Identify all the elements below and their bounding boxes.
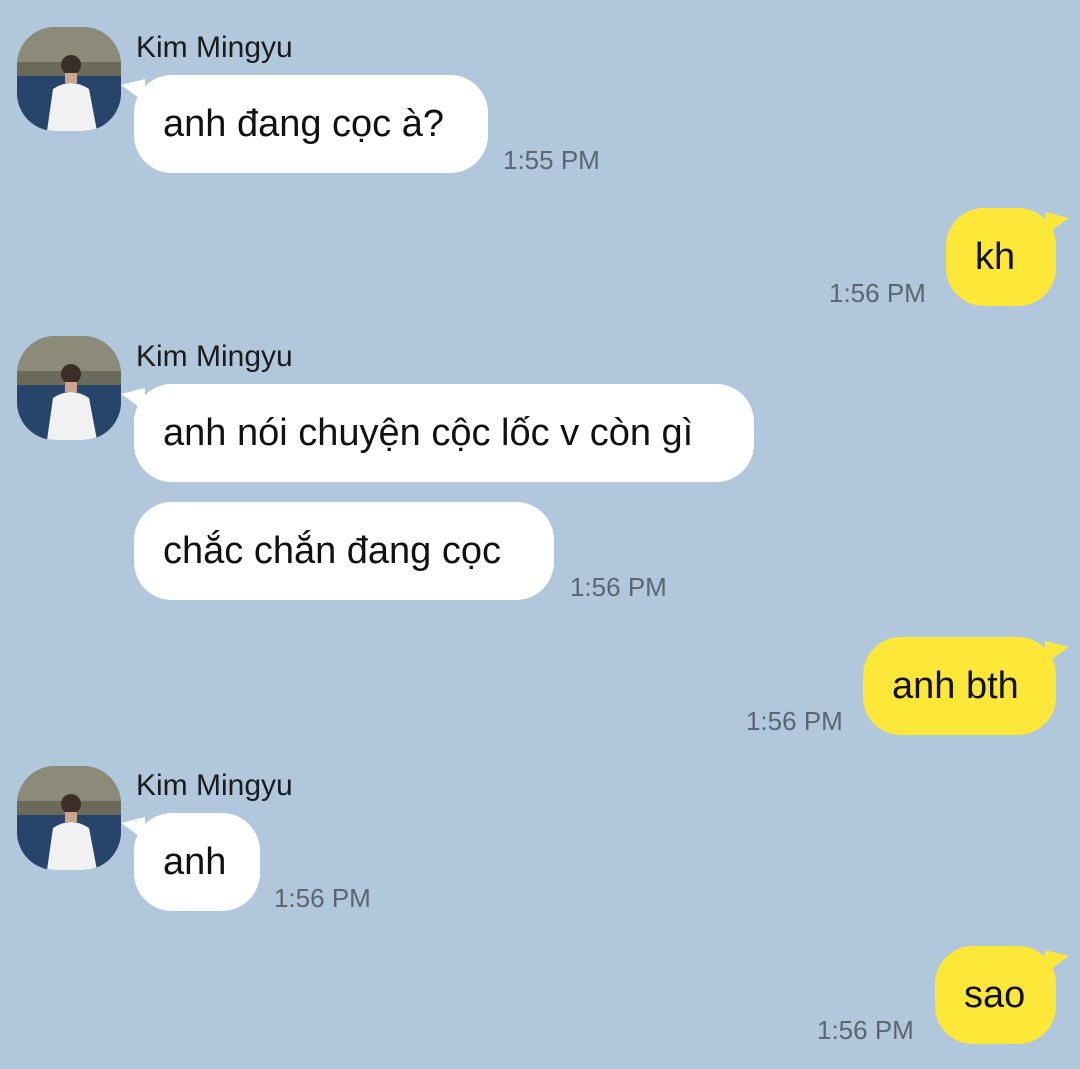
bubble-tail-icon	[1045, 950, 1069, 974]
profile-photo-icon	[17, 27, 121, 131]
message-timestamp: 1:56 PM	[746, 706, 843, 736]
message-bubble-incoming[interactable]: chắc chắn đang cọc	[134, 502, 554, 600]
sender-name: Kim Mingyu	[136, 31, 293, 64]
message-bubble-incoming[interactable]: anh đang cọc à?	[121, 75, 488, 173]
profile-photo-icon	[17, 336, 121, 440]
message-text: sao	[964, 974, 1026, 1016]
message-text: chắc chắn đang cọc	[163, 530, 502, 572]
bubble-tail-icon	[121, 388, 145, 412]
sender-name: Kim Mingyu	[136, 769, 293, 802]
sender-name: Kim Mingyu	[136, 340, 293, 373]
profile-photo-icon	[17, 766, 121, 870]
message-text: anh đang cọc à?	[163, 103, 445, 145]
contact-avatar[interactable]	[17, 27, 121, 131]
message-text: anh bth	[892, 665, 1019, 707]
chat-thread[interactable]: Kim Mingyu anh đang cọc à? 1:55 PM kh 1:…	[0, 0, 1080, 1069]
contact-avatar[interactable]	[17, 766, 121, 870]
message-text: anh nói chuyện cộc lốc v còn gì	[163, 412, 694, 454]
message-bubble-outgoing[interactable]: sao	[935, 946, 1069, 1044]
message-timestamp: 1:56 PM	[274, 883, 371, 913]
message-text: anh	[163, 841, 227, 883]
bubble-tail-icon	[121, 817, 145, 841]
message-timestamp: 1:56 PM	[817, 1015, 914, 1045]
message-timestamp: 1:55 PM	[503, 145, 600, 175]
message-bubble-outgoing[interactable]: anh bth	[863, 637, 1069, 735]
message-text: kh	[975, 236, 1016, 278]
contact-avatar[interactable]	[17, 336, 121, 440]
message-bubble-incoming[interactable]: anh	[121, 813, 260, 911]
message-timestamp: 1:56 PM	[570, 572, 667, 602]
message-timestamp: 1:56 PM	[829, 278, 926, 308]
bubble-tail-icon	[1045, 212, 1069, 236]
bubble-tail-icon	[121, 79, 145, 103]
message-bubble-incoming[interactable]: anh nói chuyện cộc lốc v còn gì	[121, 384, 754, 482]
message-bubble-outgoing[interactable]: kh	[946, 208, 1069, 306]
bubble-tail-icon	[1045, 641, 1069, 665]
